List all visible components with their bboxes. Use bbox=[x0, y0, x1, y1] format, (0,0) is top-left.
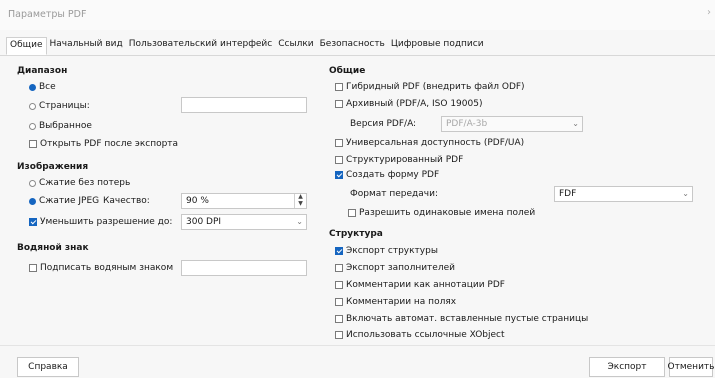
include-blank-pages-checkbox[interactable]: Включать автомат. вставленные пустые стр… bbox=[335, 312, 588, 326]
chevron-down-icon: ⌄ bbox=[682, 189, 689, 198]
checkbox-checked-icon bbox=[29, 218, 37, 226]
resolution-value: 300 DPI bbox=[186, 217, 222, 227]
tab-digital-signatures[interactable]: Цифровые подписи bbox=[388, 37, 487, 55]
watermark-heading: Водяной знак bbox=[17, 243, 89, 253]
use-xobject-checkbox[interactable]: Использовать ссылочные XObject bbox=[335, 328, 505, 342]
tab-bar: Общие Начальный вид Пользовательский инт… bbox=[0, 37, 715, 56]
footer-divider bbox=[0, 345, 715, 346]
pdf-options-dialog: Параметры PDF › Общие Начальный вид Поль… bbox=[0, 0, 715, 378]
universal-access-checkbox[interactable]: Универсальная доступность (PDF/UA) bbox=[335, 136, 524, 150]
tab-initial-view[interactable]: Начальный вид bbox=[47, 37, 126, 55]
general-heading: Общие bbox=[329, 66, 366, 76]
lossless-label: Сжатие без потерь bbox=[39, 178, 131, 188]
range-pages-label: Страницы: bbox=[39, 101, 90, 111]
structure-heading: Структура bbox=[329, 229, 383, 239]
chevron-down-icon: ⌄ bbox=[572, 119, 579, 128]
radio-icon bbox=[29, 179, 36, 187]
cancel-button[interactable]: Отменить bbox=[668, 357, 714, 377]
universal-access-label: Универсальная доступность (PDF/UA) bbox=[346, 138, 525, 148]
allow-duplicate-names-checkbox[interactable]: Разрешить одинаковые имена полей bbox=[348, 206, 535, 220]
checkbox-icon bbox=[335, 100, 343, 108]
export-outline-label: Экспорт структуры bbox=[346, 246, 438, 256]
archive-pdfa-label: Архивный (PDF/A, ISO 19005) bbox=[346, 99, 483, 109]
pages-input[interactable] bbox=[181, 97, 307, 113]
archive-pdfa-checkbox[interactable]: Архивный (PDF/A, ISO 19005) bbox=[335, 97, 482, 111]
reduce-resolution-checkbox[interactable]: Уменьшить разрешение до: bbox=[29, 215, 172, 229]
export-placeholders-checkbox[interactable]: Экспорт заполнителей bbox=[335, 261, 455, 275]
tab-links[interactable]: Ссылки bbox=[275, 37, 316, 55]
chevron-down-icon: ⌄ bbox=[296, 217, 303, 226]
quality-label: Качество: bbox=[103, 196, 150, 206]
pdfa-version-label: Версия PDF/A: bbox=[350, 119, 417, 129]
quality-value: 90 % bbox=[186, 196, 209, 206]
checkbox-icon bbox=[335, 139, 343, 147]
jpeg-radio[interactable]: Сжатие JPEG bbox=[29, 194, 99, 208]
create-form-checkbox[interactable]: Создать форму PDF bbox=[335, 168, 439, 182]
create-form-label: Создать форму PDF bbox=[346, 170, 440, 180]
radio-icon bbox=[29, 102, 36, 110]
checkbox-icon bbox=[335, 331, 343, 339]
help-button[interactable]: Справка bbox=[17, 357, 79, 377]
submit-format-value: FDF bbox=[559, 189, 577, 199]
images-heading: Изображения bbox=[17, 162, 89, 172]
pdfa-version-value: PDF/A-3b bbox=[446, 119, 488, 129]
close-icon[interactable]: › bbox=[707, 7, 711, 19]
checkbox-checked-icon bbox=[335, 247, 343, 255]
open-after-export-label: Открыть PDF после экспорта bbox=[40, 139, 179, 149]
checkbox-icon bbox=[335, 83, 343, 91]
submit-format-dropdown[interactable]: FDF ⌄ bbox=[554, 186, 693, 202]
radio-selected-icon bbox=[29, 83, 36, 91]
export-outline-checkbox[interactable]: Экспорт структуры bbox=[335, 244, 438, 258]
sign-watermark-label: Подписать водяным знаком bbox=[40, 263, 174, 273]
checkbox-icon bbox=[348, 209, 356, 217]
sign-watermark-checkbox[interactable]: Подписать водяным знаком bbox=[29, 261, 173, 275]
range-all-radio[interactable]: Все bbox=[29, 80, 56, 94]
tab-user-interface[interactable]: Пользовательский интерфейс bbox=[126, 37, 275, 55]
comments-margin-checkbox[interactable]: Комментарии на полях bbox=[335, 295, 456, 309]
tab-security[interactable]: Безопасность bbox=[317, 37, 388, 55]
structured-pdf-label: Структурированный PDF bbox=[346, 155, 464, 165]
checkbox-icon bbox=[335, 315, 343, 323]
hybrid-pdf-checkbox[interactable]: Гибридный PDF (внедрить файл ODF) bbox=[335, 80, 525, 94]
range-selection-label: Выбранное bbox=[39, 121, 92, 131]
allow-duplicate-names-label: Разрешить одинаковые имена полей bbox=[359, 208, 536, 218]
range-heading: Диапазон bbox=[17, 66, 68, 76]
hybrid-pdf-label: Гибридный PDF (внедрить файл ODF) bbox=[346, 82, 525, 92]
comments-annotations-label: Комментарии как аннотации PDF bbox=[346, 280, 505, 290]
use-xobject-label: Использовать ссылочные XObject bbox=[346, 330, 505, 340]
jpeg-label: Сжатие JPEG bbox=[39, 196, 100, 206]
checkbox-icon bbox=[335, 264, 343, 272]
checkbox-icon bbox=[335, 298, 343, 306]
comments-margin-label: Комментарии на полях bbox=[346, 297, 457, 307]
range-selection-radio[interactable]: Выбранное bbox=[29, 119, 92, 133]
include-blank-pages-label: Включать автомат. вставленные пустые стр… bbox=[346, 314, 589, 324]
checkbox-checked-icon bbox=[335, 171, 343, 179]
window-title: Параметры PDF bbox=[8, 9, 87, 20]
structured-pdf-checkbox[interactable]: Структурированный PDF bbox=[335, 153, 463, 167]
range-all-label: Все bbox=[39, 82, 56, 92]
title-bar: Параметры PDF › bbox=[0, 0, 715, 30]
spin-down-icon[interactable]: ▼ bbox=[296, 201, 305, 207]
spinner-buttons: ▲ ▼ bbox=[294, 194, 306, 208]
radio-icon bbox=[29, 122, 36, 130]
open-after-export-checkbox[interactable]: Открыть PDF после экспорта bbox=[29, 137, 178, 151]
export-placeholders-label: Экспорт заполнителей bbox=[346, 263, 455, 273]
range-pages-radio[interactable]: Страницы: bbox=[29, 99, 90, 113]
checkbox-icon bbox=[335, 156, 343, 164]
export-button[interactable]: Экспорт bbox=[589, 357, 665, 377]
reduce-resolution-label: Уменьшить разрешение до: bbox=[40, 217, 173, 227]
watermark-input[interactable] bbox=[181, 260, 307, 276]
tab-general[interactable]: Общие bbox=[6, 37, 47, 55]
quality-spinner[interactable]: 90 % ▲ ▼ bbox=[181, 193, 307, 209]
comments-annotations-checkbox[interactable]: Комментарии как аннотации PDF bbox=[335, 278, 505, 292]
pdfa-version-dropdown[interactable]: PDF/A-3b ⌄ bbox=[441, 116, 583, 132]
resolution-dropdown[interactable]: 300 DPI ⌄ bbox=[181, 214, 307, 230]
lossless-radio[interactable]: Сжатие без потерь bbox=[29, 176, 130, 190]
checkbox-icon bbox=[29, 264, 37, 272]
checkbox-icon bbox=[29, 140, 37, 148]
checkbox-icon bbox=[335, 281, 343, 289]
submit-format-label: Формат передачи: bbox=[350, 189, 438, 199]
radio-selected-icon bbox=[29, 197, 36, 205]
